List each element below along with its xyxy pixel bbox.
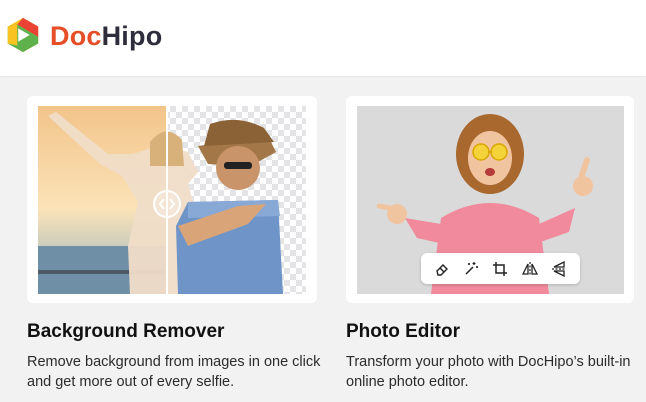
logo-text-hipo: Hipo bbox=[101, 20, 163, 51]
dochipo-logo-icon bbox=[7, 17, 39, 53]
background-remover-description: Remove background from images in one cli… bbox=[27, 354, 321, 390]
logo-wordmark: DocHipo bbox=[50, 20, 163, 51]
site-header: DocHipo bbox=[0, 0, 646, 76]
flip-horizontal-icon bbox=[521, 261, 538, 276]
crop-tool-button[interactable] bbox=[491, 260, 509, 278]
photo-editor-toolbar bbox=[421, 253, 580, 284]
magic-wand-tool-button[interactable] bbox=[462, 260, 480, 278]
dochipo-logo[interactable]: DocHipo bbox=[4, 16, 162, 54]
flip-horizontal-tool-button[interactable] bbox=[521, 260, 539, 278]
compare-slider-handle[interactable] bbox=[153, 190, 181, 218]
photo-editor-card[interactable] bbox=[346, 96, 634, 303]
eraser-tool-button[interactable] bbox=[433, 260, 451, 278]
photo-editor-title[interactable]: Photo Editor bbox=[346, 321, 460, 343]
eraser-icon bbox=[435, 263, 448, 276]
background-remover-image bbox=[38, 106, 306, 294]
background-remover-title[interactable]: Background Remover bbox=[27, 321, 224, 343]
crop-icon bbox=[493, 261, 508, 276]
photo-editor-image bbox=[357, 106, 624, 294]
flip-vertical-tool-button[interactable] bbox=[550, 260, 568, 278]
photo-editor-description: Transform your photo with DocHipo’s buil… bbox=[346, 354, 631, 390]
flip-vertical-icon bbox=[552, 260, 567, 277]
arrows-horizontal-icon bbox=[159, 198, 175, 210]
logo-text-doc: Doc bbox=[50, 20, 102, 51]
magic-wand-icon bbox=[465, 261, 479, 275]
background-remover-card[interactable] bbox=[27, 96, 317, 303]
